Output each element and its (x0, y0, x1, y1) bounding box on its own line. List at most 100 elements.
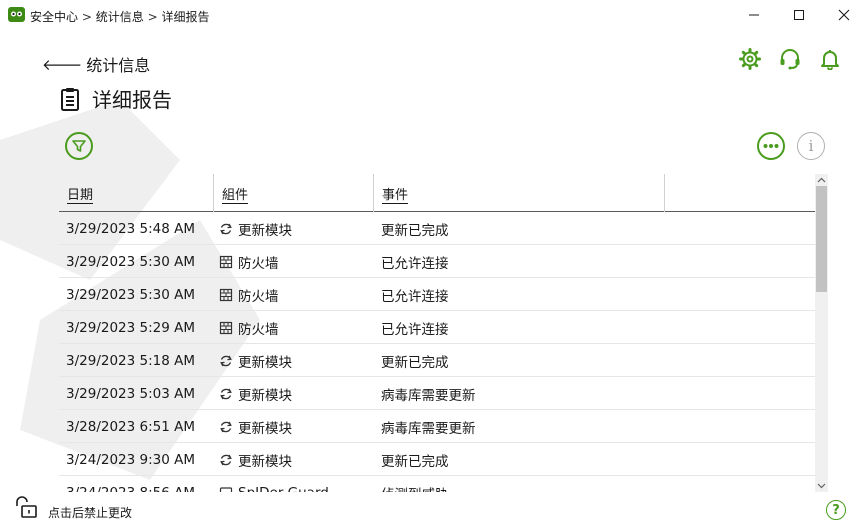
cell-component: 防火墙 (219, 245, 279, 278)
cell-component: 更新模块 (219, 410, 292, 443)
cell-component-label: 更新模块 (238, 222, 292, 239)
column-header-label: 事件 (382, 187, 409, 203)
cell-component: 更新模块 (219, 212, 292, 245)
back-link-label: 统计信息 (86, 56, 151, 75)
breadcrumb-item[interactable]: 统计信息 (96, 10, 144, 24)
maximize-icon (794, 10, 804, 20)
filter-icon (72, 140, 86, 152)
cell-date: 3/29/2023 5:48 AM (66, 220, 196, 237)
cell-date: 3/29/2023 5:29 AM (66, 319, 196, 336)
column-header-date[interactable]: 日期 (59, 174, 214, 212)
page-title-wrap: 详细报告 (60, 84, 172, 113)
chevron-down-icon (817, 483, 826, 489)
refresh-icon (219, 420, 233, 434)
spider-icon (219, 486, 233, 492)
scroll-down-button[interactable] (815, 480, 828, 492)
clipboard-icon (61, 87, 79, 111)
breadcrumb-separator: > (147, 10, 158, 24)
more-options-button[interactable] (757, 132, 785, 160)
lock-icon[interactable] (14, 495, 38, 519)
refresh-icon (219, 453, 233, 467)
breadcrumb-item: 详细报告 (161, 10, 210, 24)
cell-event: 已允许连接 (381, 321, 449, 338)
title-bar: 安全中心 > 统计信息 > 详细报告 (0, 0, 867, 30)
cell-component-label: 更新模块 (238, 453, 292, 470)
table-row[interactable]: 3/29/2023 5:18 AM 更新模块 更新已完成 (59, 344, 815, 377)
cell-event: 病毒库需要更新 (381, 420, 476, 437)
table-row[interactable]: 3/29/2023 5:30 AM 防火墙 已允许连接 (59, 245, 815, 278)
cell-date: 3/29/2023 5:18 AM (66, 352, 196, 369)
table-row[interactable]: 3/29/2023 5:30 AM 防火墙 已允许连接 (59, 278, 815, 311)
cell-component-label: 更新模块 (238, 354, 292, 371)
cell-event: 病毒库需要更新 (381, 387, 476, 404)
cell-component: 更新模块 (219, 377, 292, 410)
cell-date: 3/24/2023 9:30 AM (66, 451, 196, 468)
chevron-up-icon (817, 177, 826, 183)
breadcrumb: 安全中心 > 统计信息 > 详细报告 (30, 8, 209, 25)
bell-icon[interactable] (819, 48, 841, 70)
cell-component: 更新模块 (219, 443, 292, 476)
cell-component-label: 防火墙 (238, 288, 279, 305)
breadcrumb-item[interactable]: 安全中心 (30, 10, 78, 24)
vertical-scrollbar[interactable] (815, 174, 828, 492)
filter-button[interactable] (65, 132, 93, 160)
cell-date: 3/24/2023 8:56 AM (66, 476, 195, 493)
help-button[interactable]: ? (826, 500, 846, 520)
refresh-icon (219, 222, 233, 236)
minimize-icon (749, 14, 759, 16)
cell-event: 更新已完成 (381, 222, 449, 239)
back-link[interactable]: 🡐 统计信息 (42, 52, 150, 76)
back-arrow-icon: 🡐 (42, 55, 83, 74)
gear-icon[interactable] (739, 48, 761, 70)
report-table: 日期 組件 事件 3/29/2023 5:48 AM 更新模块 更新已完成 3/29/… (59, 174, 815, 492)
help-icon: ? (832, 502, 840, 518)
app-logo-icon (8, 7, 25, 22)
cell-component-label: 更新模块 (238, 420, 292, 437)
lock-status-text[interactable]: 点击后禁止更改 (48, 504, 132, 521)
column-header-event[interactable]: 事件 (374, 174, 665, 212)
column-header-label: 組件 (222, 187, 249, 203)
cell-event: 更新已完成 (381, 453, 449, 470)
cell-date: 3/29/2023 5:30 AM (66, 286, 196, 303)
close-button[interactable] (821, 0, 867, 30)
cell-component-label: 更新模块 (238, 387, 292, 404)
scrollbar-thumb[interactable] (816, 186, 827, 292)
scroll-up-button[interactable] (815, 174, 828, 186)
cell-event: 更新已完成 (381, 354, 449, 371)
firewall-icon (219, 255, 233, 269)
info-button[interactable]: i (797, 132, 825, 160)
table-row[interactable]: 3/24/2023 9:30 AM 更新模块 更新已完成 (59, 443, 815, 476)
column-header-component[interactable]: 組件 (214, 174, 374, 212)
headset-icon[interactable] (779, 48, 801, 70)
table-header: 日期 組件 事件 (59, 174, 815, 212)
table-row[interactable]: 3/29/2023 5:03 AM 更新模块 病毒库需要更新 (59, 377, 815, 410)
table-row[interactable]: 3/29/2023 5:29 AM 防火墙 已允许连接 (59, 311, 815, 344)
cell-component: 更新模块 (219, 344, 292, 377)
maximize-button[interactable] (776, 0, 822, 30)
info-icon: i (808, 137, 814, 155)
cell-component-label: 防火墙 (238, 255, 279, 272)
minimize-button[interactable] (731, 0, 777, 30)
cell-component: 防火墙 (219, 311, 279, 344)
page-title: 详细报告 (92, 88, 172, 112)
table-row[interactable]: 3/24/2023 8:56 AM SpIDer Guard 侦测到威胁 (59, 476, 815, 492)
cell-component-label: 防火墙 (238, 321, 279, 338)
cell-date: 3/29/2023 5:30 AM (66, 253, 196, 270)
refresh-icon (219, 387, 233, 401)
cell-component: SpIDer Guard (219, 476, 329, 492)
firewall-icon (219, 321, 233, 335)
column-header-label: 日期 (67, 187, 94, 203)
cell-date: 3/28/2023 6:51 AM (66, 418, 196, 435)
table-row[interactable]: 3/28/2023 6:51 AM 更新模块 病毒库需要更新 (59, 410, 815, 443)
close-icon (838, 9, 850, 21)
firewall-icon (219, 288, 233, 302)
cell-event: 已允许连接 (381, 288, 449, 305)
cell-event: 侦测到威胁 (381, 476, 449, 493)
cell-date: 3/29/2023 5:03 AM (66, 385, 196, 402)
table-row[interactable]: 3/29/2023 5:48 AM 更新模块 更新已完成 (59, 212, 815, 245)
cell-event: 已允许连接 (381, 255, 449, 272)
cell-component: 防火墙 (219, 278, 279, 311)
cell-component-label: SpIDer Guard (238, 485, 329, 493)
table-body: 3/29/2023 5:48 AM 更新模块 更新已完成 3/29/2023 5:30… (59, 212, 815, 492)
refresh-icon (219, 354, 233, 368)
